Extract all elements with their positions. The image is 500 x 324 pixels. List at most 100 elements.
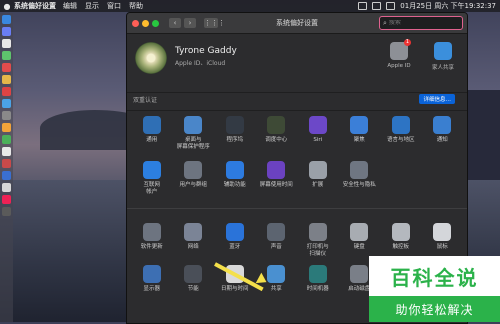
- notifications-icon: [433, 116, 452, 134]
- pref-software-update[interactable]: 软件更新: [131, 223, 173, 258]
- pref-displays[interactable]: 显示器: [131, 265, 173, 293]
- photos-icon[interactable]: [2, 123, 11, 132]
- pref-printer[interactable]: 打印机与 扫描仪: [297, 223, 339, 258]
- pref-label: 通知: [436, 137, 448, 143]
- pref-row-3: 软件更新 网络 蓝牙 声音 打印机与 扫描仪 键盘 触控板 鼠标: [131, 223, 463, 258]
- pref-general[interactable]: 通用: [131, 116, 173, 151]
- title-bar: ‹ › ⋮⋮⋮ 系统偏好设置 ⌕: [127, 13, 467, 34]
- dock-icon: [225, 116, 244, 134]
- app-menu[interactable]: 系统偏好设置: [14, 1, 56, 11]
- pref-trackpad[interactable]: 触控板: [380, 223, 422, 258]
- apple-id-pref[interactable]: 1 Apple ID: [379, 39, 419, 69]
- menu-window[interactable]: 窗口: [107, 1, 121, 11]
- spotlight-icon: [350, 116, 369, 134]
- pref-bluetooth[interactable]: 蓝牙: [214, 223, 256, 258]
- messages-icon[interactable]: [2, 51, 11, 60]
- pref-language[interactable]: 语言与地区: [380, 116, 422, 151]
- notes-icon[interactable]: [2, 75, 11, 84]
- family-sharing-pref[interactable]: 家人共享: [423, 42, 463, 71]
- pref-label: 聚焦: [353, 137, 365, 143]
- general-icon: [142, 116, 161, 134]
- pref-screen-time[interactable]: 屏幕使用时间: [256, 161, 298, 196]
- pref-label: 程序坞: [226, 137, 243, 143]
- close-button[interactable]: [132, 19, 139, 27]
- users-icon: [184, 161, 203, 179]
- internet-accounts-icon: [142, 161, 161, 179]
- pref-energy-saver[interactable]: 节能: [173, 265, 215, 293]
- pref-label: 日期与时间: [220, 286, 249, 292]
- screen-time-icon: [267, 161, 286, 179]
- minimize-button[interactable]: [142, 19, 149, 27]
- podcasts-icon[interactable]: [2, 195, 11, 204]
- pref-time-machine[interactable]: 时间机器: [297, 265, 339, 293]
- zoom-button[interactable]: [152, 19, 159, 27]
- startup-disk-icon: [350, 265, 369, 283]
- pref-mouse[interactable]: 鼠标: [422, 223, 464, 258]
- pref-keyboard[interactable]: 键盘: [339, 223, 381, 258]
- menu-edit[interactable]: 编辑: [63, 1, 77, 11]
- watermark-title: 百科全说: [390, 265, 479, 290]
- battery-icon[interactable]: [386, 2, 396, 10]
- trackpad-icon: [391, 223, 410, 241]
- contacts-icon[interactable]: [2, 183, 11, 192]
- language-icon: [391, 116, 410, 134]
- avatar[interactable]: [135, 42, 167, 74]
- wifi-icon[interactable]: [372, 2, 382, 10]
- back-button[interactable]: ‹: [169, 18, 181, 28]
- music-icon[interactable]: [2, 87, 11, 96]
- pref-dock[interactable]: 程序坞: [214, 116, 256, 151]
- pref-spotlight[interactable]: 聚焦: [339, 116, 381, 151]
- pref-label: 显示器: [143, 286, 160, 292]
- launchpad-icon[interactable]: [2, 27, 11, 36]
- pref-label: Siri: [313, 137, 323, 143]
- energy-saver-icon: [184, 265, 203, 283]
- mouse-icon: [433, 223, 452, 241]
- finder-icon[interactable]: [2, 15, 11, 24]
- siri-icon: [308, 116, 327, 134]
- two-factor-notice: 双重认证 详细信息…: [133, 94, 461, 107]
- system-preferences-icon[interactable]: [2, 111, 11, 120]
- pref-label: 互联网 帐户: [143, 182, 160, 195]
- menu-bar: ● 系统偏好设置 编辑 显示 窗口 帮助 01月25日 周六 下午19:32:3…: [0, 0, 500, 12]
- forward-button[interactable]: ›: [184, 18, 196, 28]
- pref-sound[interactable]: 声音: [256, 223, 298, 258]
- pref-users[interactable]: 用户与群组: [173, 161, 215, 196]
- pref-security[interactable]: 安全性与隐私: [339, 161, 381, 196]
- trash-icon[interactable]: [2, 207, 11, 216]
- show-all-button[interactable]: ⋮⋮⋮: [204, 18, 225, 28]
- details-button[interactable]: 详细信息…: [419, 94, 455, 104]
- maps-icon[interactable]: [2, 147, 11, 156]
- menu-help[interactable]: 帮助: [129, 1, 143, 11]
- pref-accessibility[interactable]: 辅助功能: [214, 161, 256, 196]
- safari-icon[interactable]: [2, 39, 11, 48]
- pref-desktop[interactable]: 桌面与 屏幕保护程序: [173, 116, 215, 151]
- pref-notifications[interactable]: 通知: [422, 116, 464, 151]
- pref-label: 通用: [146, 137, 158, 143]
- software-update-icon: [142, 223, 161, 241]
- calendar-icon[interactable]: [2, 63, 11, 72]
- pref-internet-accounts[interactable]: 互联网 帐户: [131, 161, 173, 196]
- apple-menu-icon[interactable]: ●: [0, 2, 14, 11]
- pref-label: 扩展: [312, 182, 324, 188]
- apple-id-badge: 1: [404, 39, 411, 46]
- divider: [127, 208, 467, 209]
- menu-view[interactable]: 显示: [85, 1, 99, 11]
- news-icon[interactable]: [2, 159, 11, 168]
- search-input[interactable]: [386, 20, 461, 26]
- divider: [127, 92, 467, 93]
- appstore-icon[interactable]: [2, 99, 11, 108]
- pref-network[interactable]: 网络: [173, 223, 215, 258]
- extensions-icon: [308, 161, 327, 179]
- pref-extensions[interactable]: 扩展: [297, 161, 339, 196]
- pref-label: 声音: [270, 244, 282, 250]
- pref-mission-control[interactable]: 调度中心: [256, 116, 298, 151]
- pref-label: 蓝牙: [229, 244, 241, 250]
- pref-label: 网络: [187, 244, 199, 250]
- status-icon[interactable]: [358, 2, 368, 10]
- facetime-icon[interactable]: [2, 135, 11, 144]
- search-field[interactable]: ⌕: [379, 16, 463, 30]
- network-icon: [184, 223, 203, 241]
- pref-siri[interactable]: Siri: [297, 116, 339, 151]
- clock[interactable]: 01月25日 周六 下午19:32:37: [400, 1, 496, 11]
- mail-icon[interactable]: [2, 171, 11, 180]
